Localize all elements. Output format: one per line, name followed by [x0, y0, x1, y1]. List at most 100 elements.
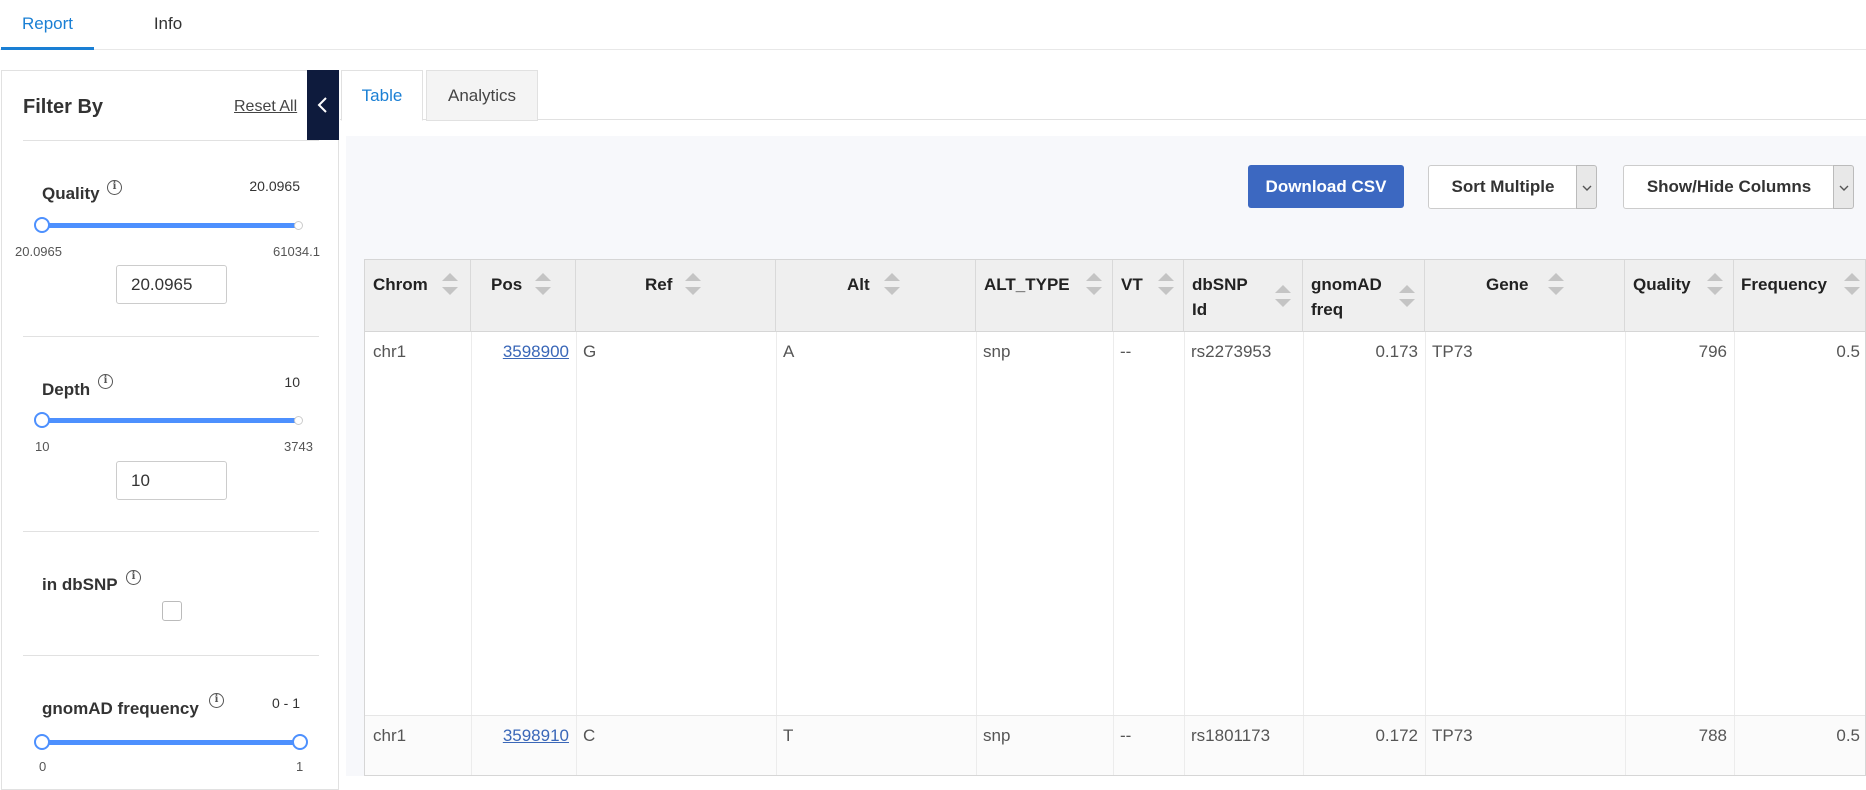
- column-header-pos[interactable]: Pos: [471, 260, 576, 332]
- header-label: Pos: [491, 275, 523, 294]
- cell-chrom: chr1: [373, 726, 407, 745]
- header-label: ALT_TYPE: [984, 275, 1070, 294]
- chevron-down-icon: [1582, 185, 1592, 191]
- tab-table[interactable]: Table: [341, 70, 423, 121]
- show-hide-columns-button[interactable]: Show/Hide Columns: [1623, 165, 1835, 209]
- sort-icon[interactable]: [683, 270, 703, 300]
- sort-icon[interactable]: [440, 270, 460, 300]
- gnomad-min-label: 0: [39, 759, 47, 774]
- divider: [23, 655, 319, 656]
- depth-slider-track[interactable]: [42, 418, 299, 423]
- cell-alt-type: snp: [983, 342, 1011, 361]
- filter-sidebar: Filter By Reset All Quality i 20.0965 20…: [1, 70, 339, 790]
- cell-pos-link[interactable]: 3598900: [471, 341, 569, 363]
- cell-gnomad-freq: 0.172: [1375, 726, 1418, 745]
- column-header-gene[interactable]: Gene: [1425, 260, 1625, 332]
- cell-gene: TP73: [1432, 726, 1473, 745]
- depth-slider-min-handle[interactable]: [34, 412, 50, 428]
- column-divider: [1303, 332, 1304, 775]
- column-divider: [1425, 332, 1426, 775]
- gnomad-slider-max-handle[interactable]: [292, 734, 308, 750]
- tab-analytics[interactable]: Analytics: [426, 70, 538, 121]
- chevron-down-icon: [1839, 185, 1849, 191]
- column-header-dbsnp-id[interactable]: dbSNP Id: [1184, 260, 1303, 332]
- gnomad-slider-min-handle[interactable]: [34, 734, 50, 750]
- collapse-sidebar-button[interactable]: [307, 70, 339, 140]
- gnomad-max-label: 1: [296, 759, 304, 774]
- sort-icon[interactable]: [1397, 282, 1417, 312]
- column-header-vt[interactable]: VT: [1113, 260, 1184, 332]
- sort-icon[interactable]: [1705, 270, 1725, 300]
- info-icon[interactable]: i: [98, 374, 113, 389]
- sort-icon[interactable]: [1546, 270, 1566, 300]
- depth-slider-max-handle[interactable]: [294, 416, 303, 425]
- header-label: Frequency: [1741, 275, 1827, 294]
- cell-vt: --: [1120, 726, 1132, 745]
- sort-icon[interactable]: [1156, 270, 1176, 300]
- cell-frequency: 0.5: [1836, 726, 1860, 745]
- column-header-alt[interactable]: Alt: [776, 260, 976, 332]
- cell-alt: A: [783, 342, 795, 361]
- divider: [23, 140, 319, 141]
- info-icon[interactable]: i: [107, 180, 122, 195]
- column-divider: [776, 332, 777, 775]
- gnomad-value: 0 - 1: [271, 695, 300, 711]
- sort-icon[interactable]: [533, 270, 553, 300]
- reset-all-link[interactable]: Reset All: [234, 98, 297, 116]
- column-divider: [471, 332, 472, 775]
- cell-pos-link[interactable]: 3598910: [471, 725, 569, 747]
- cell-gene: TP73: [1432, 342, 1473, 361]
- row-divider: [365, 715, 1865, 716]
- quality-slider-track[interactable]: [42, 223, 299, 228]
- dbsnp-checkbox[interactable]: [162, 601, 182, 621]
- sort-multiple-button[interactable]: Sort Multiple: [1428, 165, 1578, 209]
- tab-info[interactable]: Info: [140, 0, 196, 50]
- column-header-ref[interactable]: Ref: [576, 260, 776, 332]
- cell-dbsnp-id: rs1801173: [1191, 726, 1271, 745]
- sort-icon[interactable]: [1084, 270, 1104, 300]
- sort-icon[interactable]: [1842, 270, 1862, 300]
- depth-min-label: 10: [35, 439, 50, 454]
- cell-vt: --: [1120, 342, 1132, 361]
- info-icon[interactable]: i: [126, 570, 141, 585]
- sort-dropdown-toggle[interactable]: [1576, 165, 1597, 209]
- quality-label: Quality: [42, 184, 100, 203]
- depth-input[interactable]: 10: [116, 461, 227, 500]
- column-divider: [1184, 332, 1185, 775]
- column-header-alt-type[interactable]: ALT_TYPE: [976, 260, 1113, 332]
- quality-slider-max-handle[interactable]: [294, 221, 303, 230]
- header-label: Alt: [847, 275, 870, 294]
- column-header-frequency[interactable]: Frequency: [1734, 260, 1865, 332]
- cell-gnomad-freq: 0.173: [1375, 342, 1418, 361]
- cell-quality: 796: [1698, 342, 1727, 361]
- quality-input[interactable]: 20.0965: [116, 265, 227, 304]
- header-label: dbSNP: [1192, 275, 1248, 294]
- dbsnp-label: in dbSNP: [42, 575, 118, 594]
- info-icon[interactable]: i: [209, 693, 224, 708]
- chevron-left-icon: [317, 97, 327, 113]
- header-label: Ref: [645, 275, 673, 294]
- cell-dbsnp-id: rs2273953: [1191, 342, 1272, 361]
- quality-slider-min-handle[interactable]: [34, 217, 50, 233]
- column-header-gnomad-freq[interactable]: gnomAD freq: [1303, 260, 1425, 332]
- sort-icon[interactable]: [882, 270, 902, 300]
- column-header-quality[interactable]: Quality: [1625, 260, 1734, 332]
- cell-frequency: 0.5: [1836, 342, 1860, 361]
- column-header-chrom[interactable]: Chrom: [365, 260, 471, 332]
- divider: [23, 531, 319, 532]
- columns-dropdown-toggle[interactable]: [1833, 165, 1854, 209]
- quality-min-label: 20.0965: [15, 244, 62, 259]
- cell-ref: G: [583, 342, 597, 361]
- download-csv-button[interactable]: Download CSV: [1248, 165, 1404, 208]
- tab-report[interactable]: Report: [1, 0, 94, 50]
- gnomad-slider-track[interactable]: [42, 740, 299, 745]
- column-divider: [576, 332, 577, 775]
- quality-value: 20.0965: [249, 178, 300, 194]
- cell-alt: T: [783, 726, 794, 745]
- depth-label: Depth: [42, 380, 91, 399]
- header-label: Chrom: [373, 275, 428, 294]
- header-label: Quality: [1633, 275, 1691, 294]
- cell-ref: C: [583, 726, 596, 745]
- column-divider: [1734, 332, 1735, 775]
- sort-icon[interactable]: [1273, 282, 1293, 312]
